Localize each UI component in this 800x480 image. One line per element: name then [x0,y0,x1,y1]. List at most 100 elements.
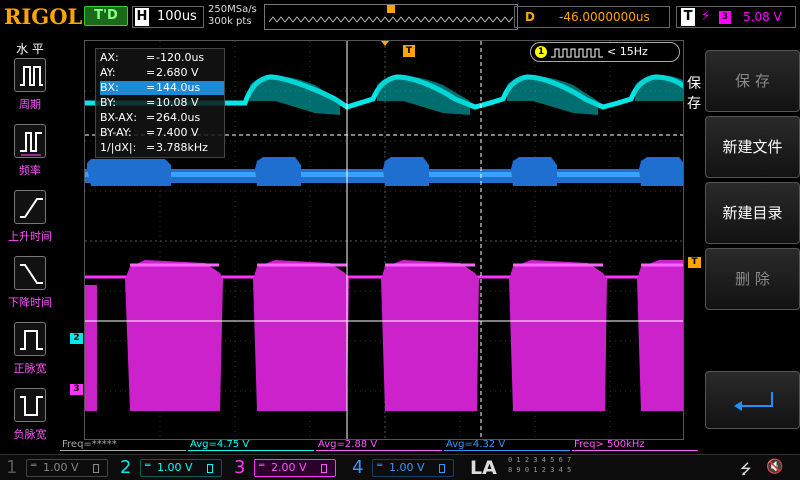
channel-settings-box: ═ 1.00 V [26,459,108,477]
delay-label: D [523,9,537,25]
frequency-counter-badge[interactable]: 1 < 15Hz [530,42,680,62]
measure-value: -120.0us [156,51,205,64]
stat-avg-ch2[interactable]: Avg=4.75 V [188,438,314,451]
trigger-position-marker [387,5,395,13]
top-status-bar: RIGOL T'D H 100us 250MSa/s 300k pts D -4… [0,0,800,36]
stat-avg-ch4[interactable]: Avg=4.32 V [444,438,570,451]
logic-channel-indicators: 0 1 2 3 4 5 6 7 8 9 0 1 2 3 4 5 [508,457,598,479]
equals-sign: = [146,126,156,139]
measure-row-by: BY: = 10.08 V [100,96,224,110]
horizontal-label: H [135,8,149,26]
equals-sign: = [146,96,156,109]
delay-value: -46.0000000us [559,10,650,24]
coupling-icon: ═ [377,461,383,471]
measure-negative-width-button[interactable]: 负脉宽 [6,388,54,450]
cursor-measurement-panel: AX: = -120.0us AY: = 2.680 V BX: = 144.0us BY:… [95,48,225,158]
measure-key: BY: [100,96,116,109]
speaker-muted-icon[interactable]: 🔇 [766,459,783,475]
channel-number: 1 [6,457,18,478]
trigger-level-value: 5.08 V [743,10,782,24]
channel-3-offset-marker[interactable]: 3 [70,384,83,395]
horizontal-timebase-box[interactable]: H 100us [132,6,204,28]
measure-value: 7.400 V [156,126,199,139]
measure-label: 周期 [19,98,41,111]
channel-number: 2 [120,457,132,478]
channel-2-offset-marker[interactable]: 2 [70,333,83,344]
measure-fall-time-button[interactable]: 下降时间 [6,256,54,318]
measure-row-ay: AY: = 2.680 V [100,66,224,80]
fall-time-icon [14,256,46,290]
measure-key: BY-AY: [100,126,132,139]
negative-width-icon [14,388,46,422]
measure-key: BX: [100,81,119,94]
new-folder-button[interactable]: 新建目录 [705,182,800,244]
toolbar-title: 水 平 [16,42,44,56]
frequency-icon [14,124,46,158]
timebase-value: 100us [157,9,197,24]
equals-sign: = [146,111,156,124]
positive-width-icon [14,322,46,356]
measure-row-inv-dx: 1/|dX|: = 3.788kHz [100,141,224,155]
measure-label: 下降时间 [8,296,52,309]
measure-label: 上升时间 [8,230,52,243]
brand-logo: RIGOL [4,4,83,29]
usb-icon: ⭍ [740,462,752,478]
delay-box[interactable]: D -46.0000000us [514,6,670,28]
coupling-icon: ═ [145,461,151,471]
channel-settings-box: ═ 2.00 V [254,459,336,477]
equals-sign: = [146,66,156,79]
equals-sign: = [146,51,156,64]
logic-digits-row: 0 1 2 3 4 5 6 7 [508,456,572,464]
measure-period-button[interactable]: 周期 [6,58,54,120]
volts-per-div: 2.00 V [271,461,307,474]
coupling-icon: ═ [31,461,37,471]
channel-1-tab[interactable]: 1 ═ 1.00 V [2,456,114,480]
right-soft-menu: 保存 保 存 新建文件 新建目录 删 除 [684,40,800,440]
period-icon [14,58,46,92]
counter-channel-badge: 1 [535,46,547,58]
channel-4-tab[interactable]: 4 ═ 1.00 V [348,456,460,480]
measure-label: 正脉宽 [13,362,47,375]
channel-2-tab[interactable]: 2 ═ 1.00 V [116,456,228,480]
trigger-status-badge[interactable]: T'D [84,6,128,26]
sample-rate: 250MSa/s [208,4,257,15]
trigger-source-badge: 3 [719,11,731,24]
volts-per-div: 1.00 V [157,461,193,474]
save-button[interactable]: 保 存 [705,50,800,112]
stat-avg-ch3[interactable]: Avg=2.88 V [316,438,442,451]
stat-freq-ch3[interactable]: Freq> 500kHz [572,438,698,451]
measure-label: 负脉宽 [13,428,47,441]
measure-key: BX-AX: [100,111,138,124]
return-button[interactable] [705,371,800,429]
measure-value: 2.680 V [156,66,199,79]
measure-row-by-ay: BY-AY: = 7.400 V [100,126,224,140]
measure-row-bx: BX: = 144.0us [100,81,224,95]
menu-title: 保存 [687,76,701,112]
measure-positive-width-button[interactable]: 正脉宽 [6,322,54,384]
new-file-button[interactable]: 新建文件 [705,116,800,178]
measure-row-ax: AX: = -120.0us [100,51,224,65]
volts-per-div: 1.00 V [43,461,79,474]
acquisition-info: 250MSa/s 300k pts [208,4,257,28]
measure-frequency-button[interactable]: 频率 [6,124,54,186]
channel-number: 4 [352,457,364,478]
channel-number: 3 [234,457,246,478]
logic-digits-row: 8 9 0 1 2 3 4 5 [508,466,572,474]
bandwidth-icon [439,464,445,473]
trigger-label: T [681,8,695,26]
stat-freq[interactable]: Freq=***** [60,438,186,451]
logic-analyzer-button[interactable]: LA [470,455,497,480]
channel-3-tab[interactable]: 3 ═ 2.00 V [230,456,342,480]
memory-waveform-overview[interactable] [264,4,518,30]
trigger-box[interactable]: T ⚡ 3 5.08 V [676,6,796,28]
pulse-train-icon [551,48,603,58]
measure-value: 144.0us [156,81,201,94]
channel-settings-box: ═ 1.00 V [372,459,454,477]
measure-key: AX: [100,51,119,64]
measure-rise-time-button[interactable]: 上升时间 [6,190,54,252]
delete-button[interactable]: 删 除 [705,248,800,310]
trigger-position-badge: T [403,45,415,57]
channel-settings-box: ═ 1.00 V [140,459,222,477]
bandwidth-icon [93,464,99,473]
measure-row-bx-ax: BX-AX: = 264.0us [100,111,224,125]
